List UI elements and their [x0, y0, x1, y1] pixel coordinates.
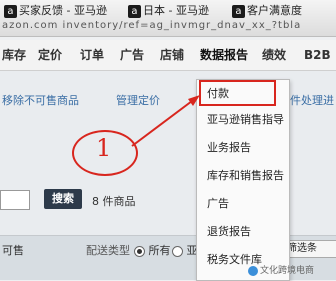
wechat-icon — [248, 265, 258, 276]
watermark: 文化跨境电商 — [248, 263, 314, 276]
annotation-number: 1 — [96, 134, 112, 162]
annotation-arrow — [131, 95, 200, 147]
